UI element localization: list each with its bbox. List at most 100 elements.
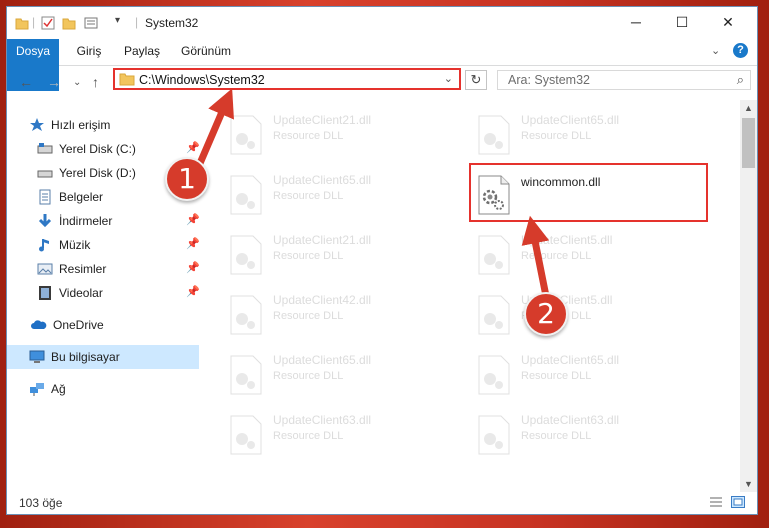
help-icon[interactable]: ? bbox=[733, 43, 748, 58]
file-item[interactable]: UpdateClient42.dll Resource DLL bbox=[207, 289, 443, 341]
file-item[interactable]: UpdateClient65.dll Resource DLL bbox=[207, 349, 443, 401]
file-type: Resource DLL bbox=[273, 190, 344, 202]
pictures-icon bbox=[37, 263, 53, 275]
window-title: System32 bbox=[145, 16, 199, 30]
dll-file-icon bbox=[230, 415, 262, 455]
pin-icon: 📌 bbox=[186, 238, 200, 250]
sidebar-item-label: Resimler bbox=[59, 262, 107, 276]
file-type: Resource DLL bbox=[273, 370, 344, 382]
search-icon: ⌕ bbox=[736, 72, 744, 87]
file-name: UpdateClient65.dll bbox=[273, 353, 372, 367]
recent-locations-icon[interactable]: ⌄ bbox=[73, 77, 81, 88]
sidebar-item-pictures[interactable]: Resimler 📌 bbox=[7, 257, 200, 281]
expand-ribbon-icon[interactable]: ⌄ bbox=[711, 44, 720, 57]
maximize-button[interactable]: ☐ bbox=[659, 7, 705, 37]
file-name: UpdateClient65.dll bbox=[521, 113, 620, 127]
search-placeholder: Ara: System32 bbox=[508, 73, 590, 87]
minimize-button[interactable]: ─ bbox=[613, 7, 659, 37]
forward-icon[interactable]: → bbox=[47, 74, 61, 90]
dll-file-icon bbox=[478, 295, 510, 335]
refresh-button[interactable]: ↻ bbox=[465, 70, 487, 90]
onedrive-icon bbox=[31, 320, 47, 329]
dll-file-icon bbox=[478, 115, 510, 155]
sidebar-item-music[interactable]: Müzik 📌 bbox=[7, 233, 200, 257]
file-type: Resource DLL bbox=[521, 130, 592, 142]
music-icon bbox=[39, 239, 49, 252]
file-item[interactable]: UpdateClient63.dll Resource DLL bbox=[207, 409, 443, 461]
file-name: UpdateClient65.dll bbox=[273, 173, 372, 187]
new-folder-icon[interactable] bbox=[62, 16, 76, 30]
item-count: 103 öğe bbox=[19, 496, 63, 510]
file-item[interactable]: UpdateClient21.dll Resource DLL bbox=[207, 109, 443, 161]
file-name: UpdateClient21.dll bbox=[273, 233, 372, 247]
file-item[interactable]: UpdateClient65.dll Resource DLL bbox=[455, 109, 691, 161]
documents-icon bbox=[39, 189, 51, 205]
scroll-up-icon[interactable]: ▲ bbox=[744, 103, 753, 113]
scroll-down-icon[interactable]: ▼ bbox=[744, 479, 753, 489]
file-item[interactable]: UpdateClient65.dll Resource DLL bbox=[207, 169, 443, 221]
file-type: Resource DLL bbox=[273, 310, 344, 322]
pin-icon: 📌 bbox=[186, 142, 200, 154]
details-view-icon[interactable] bbox=[709, 496, 723, 508]
properties-icon[interactable] bbox=[41, 16, 55, 30]
close-button[interactable]: ✕ bbox=[705, 7, 751, 37]
sidebar-item-label: İndirmeler bbox=[59, 214, 113, 228]
file-list: UpdateClient21.dll Resource DLL UpdateCl… bbox=[207, 103, 737, 493]
file-type: Resource DLL bbox=[521, 370, 592, 382]
dll-file-icon bbox=[230, 235, 262, 275]
tab-view[interactable]: Görünüm bbox=[175, 39, 237, 64]
network-icon bbox=[30, 383, 44, 396]
tab-home[interactable]: Giriş bbox=[69, 39, 109, 64]
tab-share[interactable]: Paylaş bbox=[119, 39, 165, 64]
file-item[interactable]: UpdateClient5.dll Resource DLL bbox=[455, 289, 691, 341]
vertical-scrollbar[interactable]: ▲ ▼ bbox=[740, 100, 757, 492]
sidebar-item-videos[interactable]: Videolar 📌 bbox=[7, 281, 200, 305]
file-item[interactable]: UpdateClient63.dll Resource DLL bbox=[455, 409, 691, 461]
file-item[interactable]: UpdateClient21.dll Resource DLL bbox=[207, 229, 443, 281]
pin-icon: 📌 bbox=[186, 214, 200, 226]
file-name: UpdateClient5.dll bbox=[521, 233, 613, 247]
sidebar-item-quick-access[interactable]: Hızlı erişim bbox=[7, 113, 199, 137]
sidebar-item-this-pc[interactable]: Bu bilgisayar bbox=[7, 345, 199, 369]
pin-icon: 📌 bbox=[186, 262, 200, 274]
status-bar: 103 öğe bbox=[7, 492, 757, 514]
pin-icon: 📌 bbox=[186, 286, 200, 298]
sidebar-item-network[interactable]: Ağ bbox=[7, 377, 199, 401]
quick-access-dropdown-icon[interactable]: ▾ bbox=[115, 15, 120, 26]
address-dropdown-icon[interactable]: ⌄ bbox=[444, 72, 453, 85]
dll-file-icon bbox=[230, 115, 262, 155]
back-icon[interactable]: ← bbox=[19, 74, 33, 90]
tiles-view-icon[interactable] bbox=[731, 496, 745, 508]
computer-icon bbox=[29, 350, 45, 363]
sidebar-item-label: Videolar bbox=[59, 286, 103, 300]
step-marker-2: 2 bbox=[524, 292, 568, 336]
scroll-thumb[interactable] bbox=[742, 118, 755, 168]
explorer-window: | ▾ | System32 ─ ☐ ✕ Dosya Giriş Paylaş … bbox=[6, 6, 758, 515]
sidebar-item-label: OneDrive bbox=[53, 318, 104, 332]
file-name: UpdateClient21.dll bbox=[273, 113, 372, 127]
sidebar-item-downloads[interactable]: İndirmeler 📌 bbox=[7, 209, 200, 233]
dll-file-icon bbox=[230, 175, 262, 215]
sidebar-item-onedrive[interactable]: OneDrive bbox=[7, 313, 199, 337]
folder-icon bbox=[15, 18, 29, 30]
title-bar: | ▾ | System32 ─ ☐ ✕ bbox=[7, 7, 757, 39]
file-item[interactable]: UpdateClient65.dll Resource DLL bbox=[455, 349, 691, 401]
sidebar-item-local-disk-c[interactable]: Yerel Disk (C:) 📌 bbox=[7, 137, 200, 161]
star-icon bbox=[30, 118, 44, 131]
search-input[interactable]: Ara: System32 ⌕ bbox=[497, 70, 751, 90]
step-marker-1: 1 bbox=[165, 157, 209, 201]
file-name: UpdateClient63.dll bbox=[521, 413, 620, 427]
sidebar-item-label: Bu bilgisayar bbox=[51, 350, 120, 364]
target-file-highlight bbox=[469, 163, 708, 222]
dll-file-icon bbox=[230, 295, 262, 335]
file-type: Resource DLL bbox=[273, 250, 344, 262]
dll-file-icon bbox=[478, 415, 510, 455]
customize-toolbar-icon[interactable] bbox=[84, 16, 100, 30]
sidebar-item-label: Belgeler bbox=[59, 190, 104, 204]
sidebar-item-label: Müzik bbox=[59, 238, 91, 252]
drive-icon bbox=[37, 143, 53, 154]
address-bar[interactable]: C:\Windows\System32 ⌄ bbox=[113, 68, 461, 90]
up-icon[interactable]: ↑ bbox=[92, 74, 99, 90]
file-item[interactable]: UpdateClient5.dll Resource DLL bbox=[455, 229, 691, 281]
file-type: Resource DLL bbox=[273, 130, 344, 142]
